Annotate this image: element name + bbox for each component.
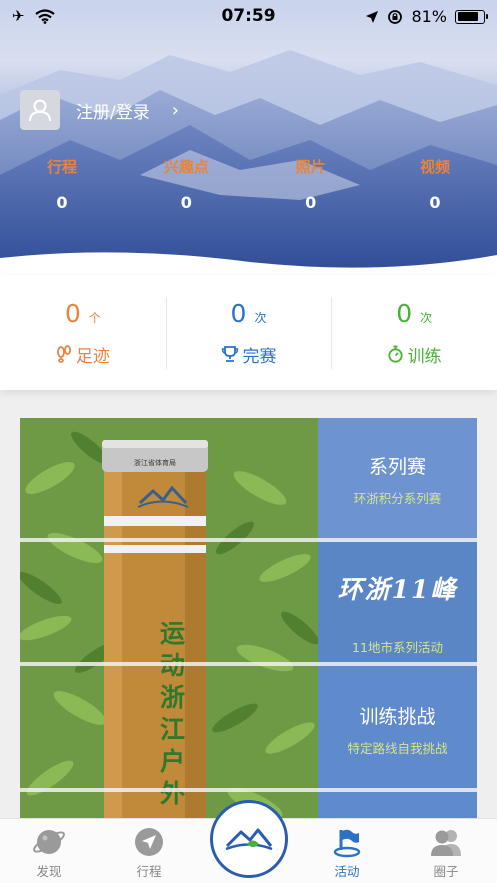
- mountain-background: [0, 50, 497, 275]
- tab-discover[interactable]: 发现: [14, 825, 84, 880]
- stopwatch-icon: [388, 345, 403, 363]
- stat-pois[interactable]: 兴趣点 0: [144, 156, 228, 212]
- footprint-unit: 个: [88, 310, 101, 325]
- series-race-panel[interactable]: 系列赛 环浙积分系列赛: [318, 418, 477, 542]
- training-challenge-title: 训练挑战: [359, 706, 436, 728]
- tab-trip[interactable]: 行程: [114, 825, 184, 880]
- eleven-peaks-logo: 环浙11峰: [337, 575, 458, 604]
- planet-icon: [14, 825, 84, 859]
- summary-count: 0 次: [396, 299, 432, 328]
- summary-card: 0 个 足迹 0 次 完赛 0 次 训练: [0, 275, 497, 390]
- eleven-peaks-panel[interactable]: 环浙11峰 11地市系列活动: [318, 542, 477, 666]
- stat-trips[interactable]: 行程 0: [20, 156, 104, 212]
- people-icon: [411, 825, 481, 859]
- series-race-title: 系列赛: [368, 456, 426, 478]
- battery-level: [457, 12, 478, 21]
- stat-label: 兴趣点: [163, 158, 209, 176]
- training-label: 训练: [407, 346, 442, 367]
- footprint-icon: [56, 345, 71, 363]
- summary-footprints[interactable]: 0 个 足迹: [0, 275, 166, 390]
- footprint-count: 0: [64, 298, 81, 328]
- chevron-right-icon[interactable]: ›: [172, 100, 179, 121]
- profile-header: ✈ 07:59 81% 注册/登录 › 行程 0 兴趣点 0 照片 0 视频 0: [0, 0, 497, 275]
- stat-value: 0: [429, 193, 441, 212]
- tab-activity[interactable]: 活动: [312, 825, 382, 880]
- summary-count: 0 个: [65, 299, 101, 328]
- training-unit: 次: [420, 310, 433, 325]
- location-icon: [366, 10, 379, 23]
- status-right: 81%: [365, 7, 488, 26]
- trophy-icon: [221, 346, 238, 362]
- stat-videos[interactable]: 视频 0: [393, 156, 477, 212]
- finished-label: 完赛: [242, 346, 277, 367]
- tab-label: 发现: [36, 864, 62, 879]
- summary-finished[interactable]: 0 次 完赛: [165, 275, 332, 390]
- stat-label: 照片: [295, 158, 326, 176]
- stat-value: 0: [305, 193, 317, 212]
- summary-label: 训练: [387, 342, 442, 367]
- battery-percent: 81%: [411, 7, 447, 26]
- stat-value: 0: [180, 193, 192, 212]
- tab-label: 行程: [136, 864, 162, 879]
- tab-label: 活动: [334, 864, 360, 879]
- training-challenge-subtitle: 特定路线自我挑战: [347, 741, 448, 756]
- training-count: 0: [396, 298, 413, 328]
- stat-photos[interactable]: 照片 0: [269, 156, 353, 212]
- stat-label: 视频: [419, 158, 450, 176]
- post-cap-text: 浙江省体育局: [134, 459, 176, 467]
- flag-icon: [312, 825, 382, 859]
- training-challenge-panel[interactable]: 训练挑战 特定路线自我挑战: [318, 666, 477, 820]
- summary-label: 完赛: [221, 342, 277, 367]
- compass-arrow-icon: [114, 825, 184, 859]
- login-row[interactable]: 注册/登录 ›: [20, 90, 179, 130]
- banner-divider: [20, 538, 477, 542]
- eleven-peaks-subtitle: 11地市系列活动: [352, 640, 443, 655]
- summary-count: 0 次: [231, 299, 267, 328]
- banner-divider: [20, 662, 477, 666]
- footprint-label: 足迹: [75, 346, 110, 367]
- mountain-logo-icon: [225, 828, 273, 851]
- summary-training[interactable]: 0 次 训练: [331, 275, 497, 390]
- finished-unit: 次: [254, 310, 267, 325]
- avatar[interactable]: [20, 90, 60, 130]
- rotation-lock-icon: [388, 9, 403, 24]
- series-race-subtitle: 环浙积分系列赛: [353, 491, 442, 506]
- screen: ✈ 07:59 81% 注册/登录 › 行程 0 兴趣点 0 照片 0 视频 0…: [0, 0, 497, 883]
- banner-divider: [20, 788, 477, 792]
- login-link[interactable]: 注册/登录: [76, 98, 150, 123]
- center-action-button[interactable]: [210, 800, 288, 878]
- tab-circle[interactable]: 圈子: [411, 825, 481, 880]
- user-icon: [29, 99, 51, 122]
- finished-count: 0: [230, 298, 247, 328]
- stat-value: 0: [56, 193, 68, 212]
- stats-row: 行程 0 兴趣点 0 照片 0 视频 0: [20, 156, 477, 212]
- battery-icon: [455, 9, 488, 24]
- status-bar: ✈ 07:59 81%: [0, 0, 497, 34]
- summary-label: 足迹: [56, 342, 110, 367]
- tab-label: 圈子: [433, 864, 459, 879]
- post-slogan: 运动浙江 户外: [160, 619, 186, 808]
- stat-label: 行程: [46, 158, 77, 176]
- activity-banner: 浙江省体育局 运动浙江 户外 系列赛 环浙积分系列赛 环浙11峰 11地市系列活…: [20, 418, 477, 820]
